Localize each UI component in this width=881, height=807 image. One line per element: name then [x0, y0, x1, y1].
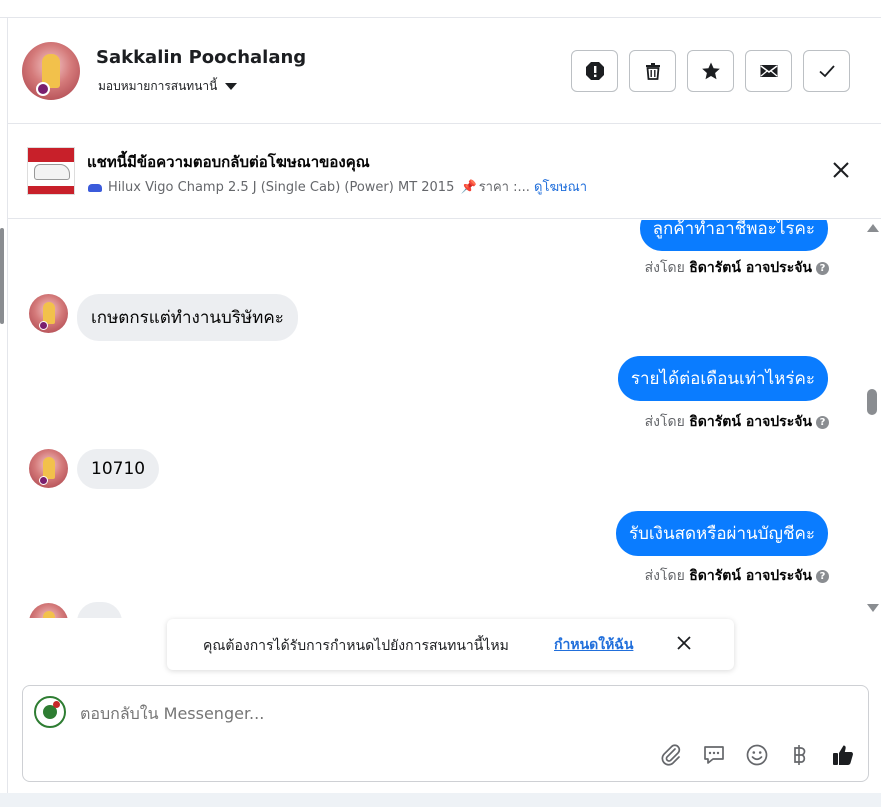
message-list[interactable]: ลูกค้าทำอาชีพอะไรคะ ส่งโดย ธิดารัตน์ อาจ… — [8, 220, 860, 618]
attach-button[interactable] — [657, 741, 684, 768]
like-button[interactable] — [829, 741, 856, 768]
envelope-icon — [760, 65, 777, 77]
close-icon[interactable] — [830, 159, 852, 181]
assign-conversation-dropdown[interactable]: มอบหมายการสนทนานี้ — [98, 77, 238, 96]
contact-name[interactable]: Sakkalin Poochalang — [96, 47, 306, 68]
baht-icon — [793, 744, 805, 765]
chat-scrollbar[interactable] — [862, 220, 881, 618]
pushpin-icon: 📌 — [460, 180, 477, 195]
emoji-icon — [746, 744, 767, 765]
delete-button[interactable] — [629, 50, 676, 92]
header-actions — [571, 50, 850, 92]
info-icon[interactable]: ? — [816, 261, 829, 275]
check-icon — [818, 65, 835, 78]
sent-by-label: ส่งโดย ธิดารัตน์ อาจประจัน? — [645, 411, 829, 433]
sent-by-label: ส่งโดย ธิดารัตน์ อาจประจัน? — [645, 257, 829, 279]
composer-tools — [657, 741, 856, 768]
page-logo — [34, 696, 66, 728]
chat-bubble-icon — [703, 745, 724, 764]
scrollbar-thumb[interactable] — [867, 389, 877, 415]
contact-avatar-small[interactable] — [29, 294, 68, 333]
paperclip-icon — [661, 743, 680, 766]
contact-avatar-small[interactable] — [29, 603, 68, 618]
star-icon — [701, 62, 720, 80]
ad-price: ราคา :... — [478, 180, 530, 195]
info-icon[interactable]: ? — [816, 415, 829, 429]
message-outgoing[interactable]: รับเงินสดหรือผ่านบัญชีคะ — [615, 511, 828, 556]
assign-to-me-link[interactable]: กำหนดให้ฉัน — [554, 634, 633, 656]
assign-label: มอบหมายการสนทนานี้ — [98, 79, 218, 93]
top-strip — [0, 0, 881, 18]
mark-done-button[interactable] — [803, 50, 850, 92]
exclamation-icon — [585, 62, 604, 80]
messenger-conversation-panel: Sakkalin Poochalang มอบหมายการสนทนานี้ แ… — [0, 0, 881, 807]
contact-avatar[interactable] — [22, 42, 80, 100]
reply-composer — [22, 685, 869, 782]
scroll-up-arrow-icon[interactable] — [867, 224, 879, 232]
payment-button[interactable] — [786, 741, 813, 768]
emoji-button[interactable] — [743, 741, 770, 768]
ad-thumbnail[interactable] — [27, 147, 75, 195]
star-button[interactable] — [687, 50, 734, 92]
chevron-down-icon — [225, 83, 238, 90]
ad-reply-banner: แชทนี้มีข้อความตอบกลับต่อโฆษณาของคุณ Hil… — [8, 125, 881, 219]
trash-icon — [645, 63, 660, 80]
scroll-down-arrow-icon[interactable] — [867, 604, 879, 612]
conversation-header: Sakkalin Poochalang มอบหมายการสนทนานี้ — [8, 19, 881, 124]
ad-banner-title: แชทนี้มีข้อความตอบกลับต่อโฆษณาของคุณ — [87, 153, 370, 171]
thumbs-up-icon — [832, 745, 853, 765]
view-ad-link[interactable]: ดูโฆษณา — [534, 180, 587, 195]
info-icon[interactable]: ? — [816, 569, 829, 583]
ad-product-line: Hilux Vigo Champ 2.5 J (Single Cab) (Pow… — [88, 176, 587, 197]
saved-replies-button[interactable] — [700, 741, 727, 768]
message-incoming[interactable]: 10710 — [77, 449, 160, 489]
contact-avatar-small[interactable] — [29, 449, 68, 488]
mark-unread-button[interactable] — [745, 50, 792, 92]
message-outgoing[interactable]: รายได้ต่อเดือนเท่าไหร่คะ — [617, 356, 828, 401]
assign-prompt-toast: คุณต้องการได้รับการกำหนดไปยังการสนทนานี้… — [167, 619, 734, 670]
left-scrollbar-thumb[interactable] — [0, 228, 4, 324]
assign-prompt-text: คุณต้องการได้รับการกำหนดไปยังการสนทนานี้… — [203, 638, 509, 654]
message-outgoing[interactable]: ลูกค้าทำอาชีพอะไรคะ — [639, 220, 828, 251]
bottom-strip — [0, 793, 881, 807]
reply-input[interactable] — [80, 704, 780, 723]
sent-by-label: ส่งโดย ธิดารัตน์ อาจประจัน? — [645, 565, 829, 587]
ad-product-name: Hilux Vigo Champ 2.5 J (Single Cab) (Pow… — [108, 180, 455, 195]
message-incoming[interactable]: เกษตกรแต่ทำงานบริษัทคะ — [77, 294, 298, 341]
car-icon — [88, 183, 102, 192]
message-incoming[interactable]: … — [77, 602, 122, 618]
close-icon[interactable] — [675, 634, 693, 652]
spam-button[interactable] — [571, 50, 618, 92]
